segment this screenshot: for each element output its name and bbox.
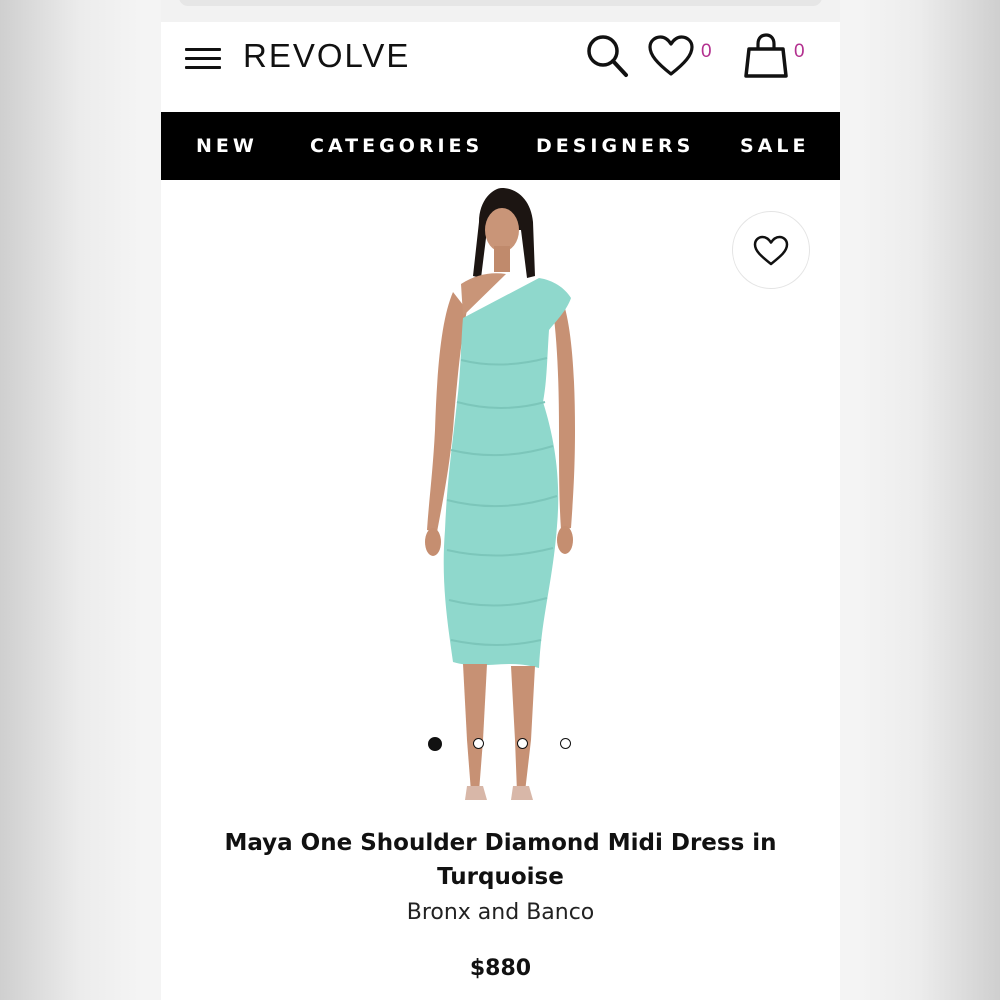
site-header: REVOLVE 0 0 <box>161 22 840 112</box>
site-logo[interactable]: REVOLVE <box>243 36 410 76</box>
product-brand[interactable]: Bronx and Banco <box>161 897 840 929</box>
carousel-dot[interactable] <box>428 737 442 751</box>
carousel-dot[interactable] <box>560 738 571 749</box>
bag-icon[interactable] <box>743 32 789 80</box>
carousel-dots <box>161 737 840 752</box>
add-to-favorites-button[interactable] <box>732 211 810 289</box>
nav-item-sale[interactable]: SALE <box>740 112 809 180</box>
menu-icon[interactable] <box>185 46 223 72</box>
search-icon[interactable] <box>584 32 632 80</box>
address-bar[interactable] <box>179 0 822 6</box>
product-image[interactable] <box>161 180 840 815</box>
nav-item-new[interactable]: NEW <box>196 112 258 180</box>
mobile-screen: REVOLVE 0 0 NEW CATEGORIES DESIGNERS SAL… <box>161 0 840 1000</box>
nav-item-categories[interactable]: CATEGORIES <box>310 112 483 180</box>
product-title: Maya One Shoulder Diamond Midi Dress in … <box>224 830 777 890</box>
carousel-dot[interactable] <box>473 738 484 749</box>
wishlist-count: 0 <box>701 41 712 62</box>
heart-icon[interactable] <box>647 34 695 78</box>
main-nav: NEW CATEGORIES DESIGNERS SALE <box>161 112 840 180</box>
heart-outline-icon <box>753 235 789 266</box>
browser-address-strip <box>161 0 840 23</box>
model-photo <box>425 188 575 800</box>
nav-item-designers[interactable]: DESIGNERS <box>536 112 694 180</box>
bag-count: 0 <box>794 41 805 62</box>
carousel-dot[interactable] <box>517 738 528 749</box>
product-price: $880 <box>469 956 532 981</box>
